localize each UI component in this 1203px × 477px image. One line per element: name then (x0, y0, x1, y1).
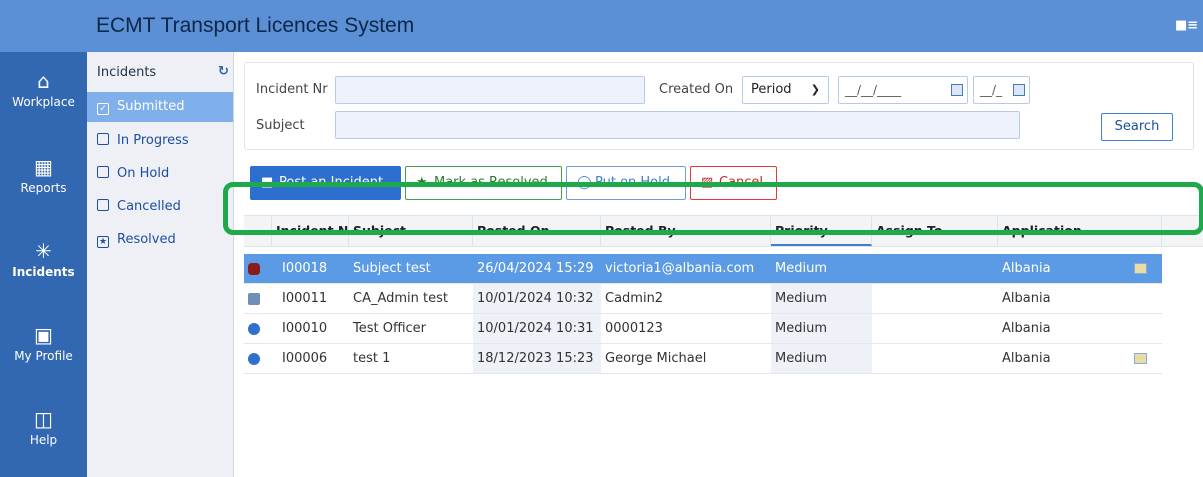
incident-nr-input[interactable] (335, 76, 645, 104)
subject-label: Subject (256, 118, 305, 133)
cell-posted-by: 0000123 (605, 321, 663, 336)
period-select-value: Period (751, 82, 792, 97)
bug-icon: ✳ (35, 239, 52, 263)
cell-posted-by: victoria1@albania.com (605, 261, 755, 276)
subnav-item-label: In Progress (117, 133, 189, 148)
on-hold-icon (97, 166, 109, 178)
cell-subject: test 1 (353, 351, 391, 366)
nav-workplace-label: Workplace (12, 95, 75, 109)
filter-panel: Incident Nr Created On Period ❯ __/__/__… (244, 62, 1194, 150)
subnav-title: Incidents (97, 65, 157, 80)
incidents-subnav: Incidents ↻ ✓ Submitted In Progress On Ho… (87, 52, 233, 477)
cell-incident-no: I00018 (282, 261, 328, 276)
date-from-input[interactable]: __/__/____ (838, 76, 968, 104)
profile-card-icon: ▣ (34, 323, 53, 347)
info-icon (248, 323, 260, 335)
cell-incident-no: I00011 (282, 291, 328, 306)
top-header: ECMT Transport Licences System ■≡ (0, 0, 1203, 52)
cell-posted-on: 26/04/2024 15:29 (477, 261, 594, 276)
nav-my-profile-label: My Profile (14, 349, 73, 363)
subject-input[interactable] (335, 111, 1020, 139)
submitted-icon: ✓ (97, 103, 109, 115)
cell-assign-to (872, 314, 998, 343)
main-navigation: ⌂ Workplace ▦ Reports ✳ Incidents ▣ My P… (0, 52, 87, 477)
cell-application: Albania (1002, 291, 1051, 306)
report-icon: ▦ (34, 155, 53, 179)
period-select[interactable]: Period ❯ (742, 76, 829, 104)
nav-help-label: Help (29, 433, 58, 447)
cell-assign-to (872, 344, 998, 373)
app-root: ECMT Transport Licences System ■≡ ⌂ Work… (0, 0, 1203, 477)
app-title: ECMT Transport Licences System (96, 14, 415, 37)
calendar-icon[interactable] (951, 84, 963, 96)
date-to-value: __/_ (980, 83, 1003, 97)
chevron-down-icon: ❯ (810, 83, 820, 96)
cell-priority: Medium (771, 284, 872, 313)
info-icon (248, 353, 260, 365)
subnav-item-on-hold[interactable]: On Hold (87, 159, 233, 189)
refresh-icon[interactable]: ↻ (218, 65, 230, 78)
message-icon (248, 293, 260, 305)
subnav-item-label: On Hold (117, 166, 170, 181)
nav-reports[interactable]: ▦ Reports (0, 156, 87, 195)
help-icon: ◫ (34, 407, 53, 431)
cell-assign-to (872, 284, 998, 313)
created-on-label: Created On (659, 82, 734, 97)
cell-posted-on: 10/01/2024 10:32 (473, 284, 601, 313)
cell-application: Albania (1002, 351, 1051, 366)
table-row[interactable]: I00006 test 1 18/12/2023 15:23 George Mi… (244, 344, 1162, 374)
cancelled-icon (97, 199, 109, 211)
cell-priority: Medium (775, 261, 827, 276)
cell-application: Albania (1002, 321, 1051, 336)
date-from-value: __/__/____ (845, 83, 902, 97)
nav-incidents[interactable]: ✳ Incidents (0, 240, 87, 279)
subnav-item-label: Resolved (117, 232, 176, 247)
table-row[interactable]: I00010 Test Officer 10/01/2024 10:31 000… (244, 314, 1162, 344)
subnav-item-submitted[interactable]: ✓ Submitted (87, 92, 233, 122)
flag-icon (1134, 263, 1147, 274)
home-icon: ⌂ (37, 69, 50, 93)
nav-help[interactable]: ◫ Help (0, 408, 87, 447)
cell-priority: Medium (771, 344, 872, 373)
in-progress-icon (97, 133, 109, 145)
cell-subject: Subject test (353, 261, 431, 276)
flag-icon (1134, 353, 1147, 364)
cell-posted-by: George Michael (605, 351, 707, 366)
nav-incidents-label: Incidents (12, 265, 75, 279)
subnav-item-cancelled[interactable]: Cancelled (87, 192, 233, 222)
cell-assign-to (872, 254, 998, 283)
subnav-item-label: Cancelled (117, 199, 181, 214)
user-menu-icon[interactable]: ■≡ (1175, 18, 1198, 34)
cell-incident-no: I00006 (282, 351, 328, 366)
incident-nr-label: Incident Nr (256, 82, 328, 97)
table-row[interactable]: I00018 Subject test 26/04/2024 15:29 vic… (244, 254, 1162, 284)
nav-my-profile[interactable]: ▣ My Profile (0, 324, 87, 363)
cell-application: Albania (1002, 261, 1051, 276)
subnav-item-label: Submitted (117, 99, 185, 114)
subnav-item-resolved[interactable]: ★ Resolved (87, 225, 233, 255)
cell-posted-by: Cadmin2 (605, 291, 664, 306)
nav-workplace[interactable]: ⌂ Workplace (0, 70, 87, 109)
cell-posted-on: 10/01/2024 10:31 (473, 314, 601, 343)
cell-incident-no: I00010 (282, 321, 328, 336)
bug-icon (248, 263, 260, 275)
calendar-icon[interactable] (1013, 84, 1025, 96)
search-button[interactable]: Search (1101, 113, 1173, 141)
annotation-highlight (223, 182, 1203, 235)
table-row[interactable]: I00011 CA_Admin test 10/01/2024 10:32 Ca… (244, 284, 1162, 314)
main-content: Incident Nr Created On Period ❯ __/__/__… (233, 52, 1203, 477)
nav-reports-label: Reports (20, 181, 67, 195)
cell-posted-on: 18/12/2023 15:23 (473, 344, 601, 373)
cell-priority: Medium (771, 314, 872, 343)
resolved-icon: ★ (97, 236, 109, 248)
subnav-item-in-progress[interactable]: In Progress (87, 126, 233, 156)
cell-subject: CA_Admin test (353, 291, 448, 306)
cell-subject: Test Officer (353, 321, 427, 336)
